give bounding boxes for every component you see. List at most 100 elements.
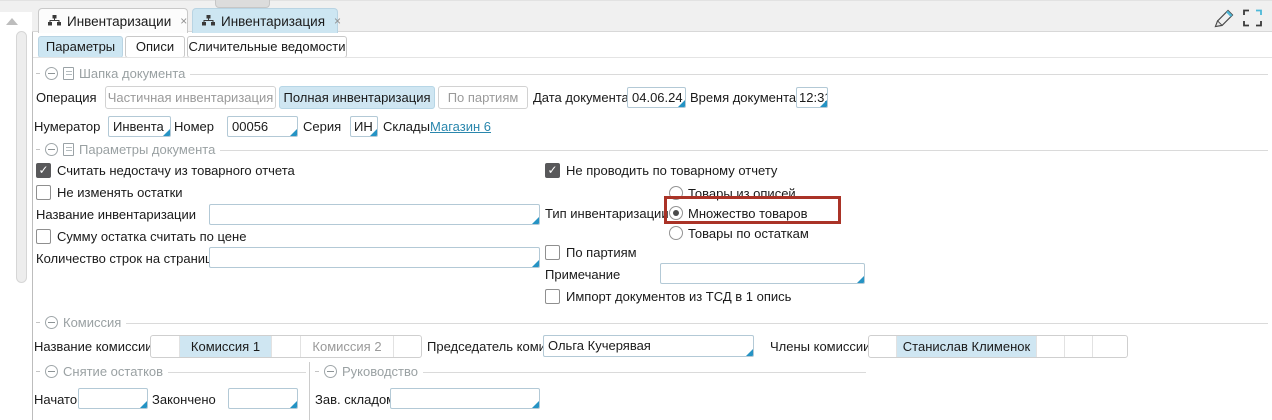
- note-field[interactable]: [660, 263, 865, 284]
- tab-close-icon[interactable]: ×: [180, 14, 187, 28]
- member-empty-slot[interactable]: [869, 336, 897, 357]
- radio-goods-by-balances-label: Товары по остаткам: [688, 223, 809, 245]
- doc-date-label: Дата документа: [533, 87, 629, 109]
- checkbox-import-tsd-label: Импорт документов из ТСД в 1 опись: [566, 286, 791, 308]
- subtab-parameters[interactable]: Параметры: [38, 36, 123, 58]
- checkbox-sum-by-price[interactable]: [36, 229, 51, 244]
- section-header-balance-taking: Снятие остатков: [36, 364, 306, 378]
- collapse-icon[interactable]: [45, 143, 58, 156]
- commission-empty-slot[interactable]: [394, 336, 421, 357]
- section-header-doc-params: Параметры документа: [36, 142, 1268, 156]
- checkbox-count-shortage-label: Считать недостачу из товарного отчета: [57, 160, 295, 182]
- section-title: Параметры документа: [79, 142, 215, 157]
- section-header-management: Руководство: [315, 364, 866, 378]
- rows-per-page-field[interactable]: [209, 247, 540, 268]
- checkbox-no-change-balances-label: Не изменять остатки: [57, 182, 183, 204]
- section-header-commission: Комиссия: [36, 315, 1268, 329]
- checkbox-no-goods-report[interactable]: [545, 163, 560, 178]
- sitemap-icon: [48, 14, 61, 29]
- commission-1-button[interactable]: Комиссия 1: [180, 336, 272, 357]
- operation-partial-button[interactable]: Частичная инвентаризация: [105, 86, 276, 109]
- tab-label: Инвентаризации: [67, 14, 171, 29]
- inventory-type-label: Тип инвентаризации: [545, 203, 669, 225]
- doc-time-label: Время документа: [690, 87, 796, 109]
- operation-full-button[interactable]: Полная инвентаризация: [279, 86, 435, 109]
- tab-close-icon[interactable]: ×: [334, 14, 341, 28]
- document-icon: [63, 67, 74, 80]
- section-vertical-divider: [309, 362, 310, 420]
- member-empty-slot[interactable]: [1065, 336, 1093, 357]
- commission-empty-slot[interactable]: [151, 336, 180, 357]
- tab-label: Инвентаризация: [221, 14, 325, 29]
- member-selected-button[interactable]: Станислав Клименок: [897, 336, 1037, 357]
- operation-label: Операция: [36, 87, 97, 109]
- subtab-divider: [32, 57, 1272, 58]
- collapse-icon[interactable]: [45, 67, 58, 80]
- numerator-field[interactable]: Инвента: [108, 116, 171, 137]
- checkbox-no-change-balances[interactable]: [36, 185, 51, 200]
- members-selector: Станислав Клименок: [868, 335, 1128, 358]
- operation-by-batches-button[interactable]: По партиям: [438, 86, 528, 109]
- warehouse-manager-field[interactable]: [390, 388, 540, 409]
- series-field[interactable]: ИН: [350, 116, 378, 137]
- section-title: Комиссия: [63, 315, 121, 330]
- started-field[interactable]: [78, 388, 148, 409]
- note-label: Примечание: [545, 264, 620, 286]
- collapse-icon[interactable]: [45, 316, 58, 329]
- scroll-up-icon[interactable]: [6, 18, 18, 25]
- subtab-comparison-sheets[interactable]: Сличительные ведомости: [187, 36, 347, 58]
- checkbox-count-shortage[interactable]: [36, 163, 51, 178]
- doc-date-field[interactable]: 04.06.24: [627, 87, 686, 108]
- toolbar-fragment: [215, 0, 270, 8]
- content-left-border: [32, 32, 33, 420]
- inventory-name-field[interactable]: [209, 204, 540, 225]
- edit-pencil-icon[interactable]: [1212, 7, 1237, 33]
- tab-inventory-document[interactable]: Инвентаризация ×: [192, 8, 338, 33]
- subtab-inventory-lists[interactable]: Описи: [125, 36, 185, 58]
- commission-empty-slot[interactable]: [272, 336, 301, 357]
- radio-goods-by-balances[interactable]: [669, 226, 683, 240]
- scrollbar-thumb[interactable]: [16, 31, 27, 283]
- finished-label: Закончено: [152, 389, 216, 411]
- chairman-field[interactable]: Ольга Кучерявая: [543, 335, 754, 357]
- warehouse-link[interactable]: Магазин 6: [430, 116, 491, 138]
- section-title: Снятие остатков: [63, 364, 163, 379]
- warehouses-label: Склады: [383, 116, 430, 138]
- series-label: Серия: [303, 116, 341, 138]
- document-icon: [63, 143, 74, 156]
- section-title: Шапка документа: [79, 66, 185, 81]
- tab-inventories-list[interactable]: Инвентаризации ×: [38, 8, 188, 33]
- collapse-icon[interactable]: [45, 365, 58, 378]
- checkbox-no-goods-report-label: Не проводить по товарному отчету: [566, 160, 777, 182]
- radio-goods-from-lists-label: Товары из описей: [688, 183, 796, 205]
- doc-time-field[interactable]: 12:31: [796, 87, 828, 108]
- radio-goods-from-lists[interactable]: [669, 186, 683, 200]
- checkbox-by-batches[interactable]: [545, 245, 560, 260]
- member-empty-slot[interactable]: [1093, 336, 1127, 357]
- commission-name-label: Название комиссии: [34, 336, 153, 358]
- member-empty-slot[interactable]: [1037, 336, 1065, 357]
- collapse-icon[interactable]: [324, 365, 337, 378]
- fullscreen-icon[interactable]: [1243, 9, 1262, 30]
- members-label: Члены комиссии: [770, 336, 870, 358]
- number-field[interactable]: 00056: [227, 116, 298, 137]
- finished-field[interactable]: [228, 388, 298, 409]
- checkbox-sum-by-price-label: Сумму остатка считать по цене: [57, 226, 246, 248]
- commission-selector: Комиссия 1 Комиссия 2: [150, 335, 422, 358]
- number-label: Номер: [174, 116, 214, 138]
- checkbox-import-tsd[interactable]: [545, 289, 560, 304]
- started-label: Начато: [34, 389, 77, 411]
- numerator-label: Нумератор: [34, 116, 100, 138]
- rows-per-page-label: Количество строк на страницу: [36, 248, 219, 270]
- left-scrollbar[interactable]: [0, 12, 32, 420]
- checkbox-by-batches-label: По партиям: [566, 242, 637, 264]
- inventory-name-label: Название инвентаризации: [36, 204, 196, 226]
- sitemap-icon: [202, 14, 215, 29]
- radio-multiple-goods[interactable]: [669, 206, 683, 220]
- section-title: Руководство: [342, 364, 418, 379]
- tab-strip: Инвентаризации × Инвентаризация ×: [0, 0, 1272, 32]
- commission-2-button[interactable]: Комиссия 2: [301, 336, 394, 357]
- radio-multiple-goods-label: Множество товаров: [688, 203, 807, 225]
- warehouse-manager-label: Зав. складом: [315, 389, 395, 411]
- section-header-doc-header: Шапка документа: [36, 66, 1268, 80]
